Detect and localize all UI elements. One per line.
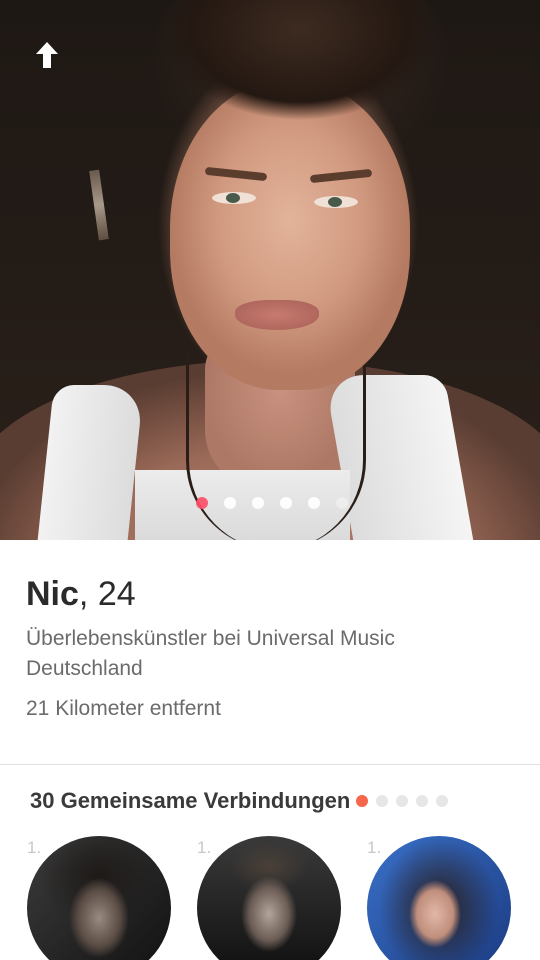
avatar[interactable]	[367, 836, 511, 960]
connections-page-dot[interactable]	[396, 795, 409, 807]
connections-title: 30 Gemeinsame Verbindungen	[30, 788, 351, 813]
profile-job: Überlebenskünstler bei Universal Music D…	[26, 627, 395, 680]
profile-age: , 24	[78, 575, 136, 613]
arrow-up-icon	[36, 42, 58, 68]
photo-page-dot[interactable]	[280, 497, 292, 509]
photo-pagination[interactable]	[0, 497, 540, 511]
section-divider	[0, 764, 540, 765]
connections-pagination[interactable]	[356, 795, 449, 807]
photo-hair	[160, 0, 430, 150]
avatar[interactable]	[197, 836, 341, 960]
photo-page-dot[interactable]	[308, 497, 320, 509]
connection-item[interactable]: 1.	[367, 836, 517, 960]
photo-page-dot[interactable]	[224, 497, 236, 509]
connections-page-dot[interactable]	[436, 795, 449, 807]
profile-info: Nic, 24 Überlebenskünstler bei Universal…	[26, 574, 516, 724]
connection-item[interactable]: 1.	[27, 836, 177, 960]
connection-degree: 1.	[197, 838, 212, 857]
profile-name: Nic	[26, 575, 79, 613]
photo-page-dot[interactable]	[252, 497, 264, 509]
connections-header: 30 Gemeinsame Verbindungen	[30, 786, 520, 816]
photo-lips	[235, 300, 319, 330]
background-light	[89, 169, 109, 241]
connection-item[interactable]: 1.	[197, 836, 347, 960]
connections-page-dot[interactable]	[376, 795, 389, 807]
back-button[interactable]	[20, 28, 74, 82]
connections-page-dot[interactable]	[356, 795, 369, 807]
profile-distance: 21 Kilometer entfernt	[26, 697, 221, 720]
connections-page-dot[interactable]	[416, 795, 429, 807]
avatar[interactable]	[27, 836, 171, 960]
photo-page-dot[interactable]	[196, 497, 208, 509]
photo-tank-top-left	[36, 385, 144, 540]
photo-right-eye	[314, 196, 358, 208]
profile-photo[interactable]	[0, 0, 540, 540]
name-age-line: Nic, 24	[26, 574, 516, 614]
connection-degree: 1.	[367, 838, 382, 857]
connection-degree: 1.	[27, 838, 42, 857]
photo-left-eye	[212, 192, 256, 204]
connections-list: 1. 1. 1.	[0, 836, 540, 960]
photo-page-dot[interactable]	[336, 497, 348, 509]
